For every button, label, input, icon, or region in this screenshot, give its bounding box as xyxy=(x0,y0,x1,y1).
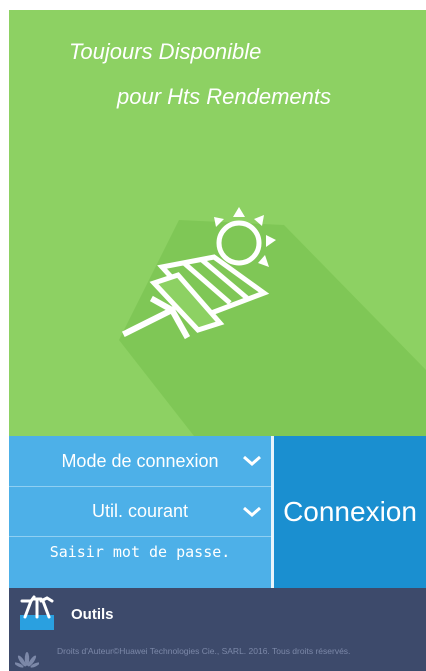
connect-button[interactable]: Connexion xyxy=(274,436,426,588)
connection-mode-label: Mode de connexion xyxy=(61,450,219,471)
huawei-logo-icon xyxy=(15,652,39,668)
chevron-down-icon xyxy=(243,455,261,466)
tools-bar[interactable]: Outils xyxy=(9,588,426,640)
login-fields: Mode de connexion Util. courant Saisir m… xyxy=(9,436,271,588)
login-screen: Toujours Disponible pour Hts Rendements xyxy=(9,10,426,671)
password-field[interactable]: Saisir mot de passe. xyxy=(9,537,271,588)
tagline-line2: pour Hts Rendements xyxy=(117,84,331,109)
solar-panel-sun-icon xyxy=(121,207,276,340)
footer: Droits d'Auteur©Huawei Technologies Cie.… xyxy=(9,640,426,671)
connection-mode-select[interactable]: Mode de connexion xyxy=(9,436,271,487)
user-select[interactable]: Util. courant xyxy=(9,487,271,537)
hero-banner: Toujours Disponible pour Hts Rendements xyxy=(9,10,426,436)
chevron-down-icon xyxy=(243,506,261,517)
tools-label: Outils xyxy=(71,605,114,623)
copyright-text: Droits d'Auteur©Huawei Technologies Cie.… xyxy=(57,646,351,656)
tagline-line1: Toujours Disponible xyxy=(69,39,262,64)
user-label: Util. courant xyxy=(91,501,189,521)
login-panel: Mode de connexion Util. courant Saisir m… xyxy=(9,436,426,588)
password-row: Saisir mot de passe. xyxy=(9,537,271,588)
tools-icon xyxy=(20,595,54,630)
